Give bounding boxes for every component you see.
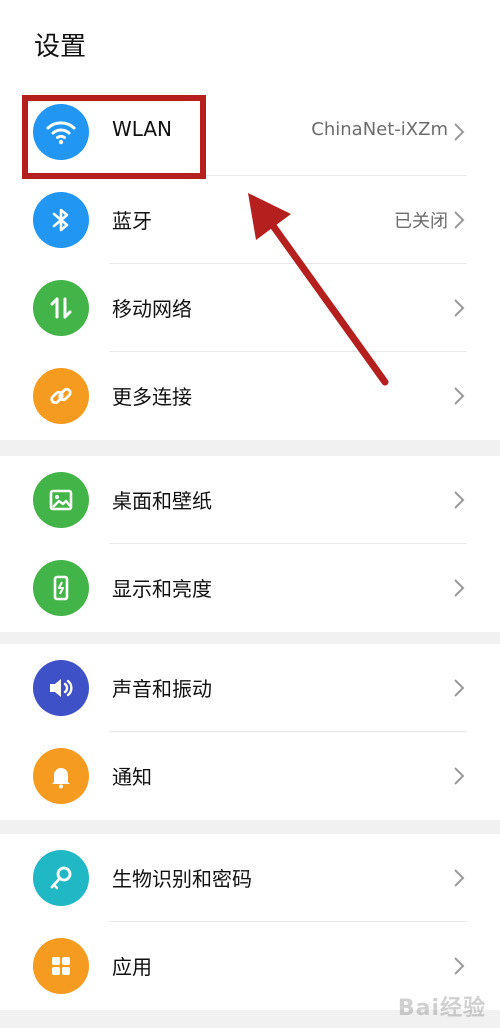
settings-item-value: ChinaNet-iXZm — [311, 119, 448, 140]
settings-item-label: 移动网络 — [112, 297, 192, 321]
watermark: Bai经验 — [397, 996, 486, 1021]
settings-item-value: 已关闭 — [394, 211, 448, 232]
key-icon — [33, 850, 89, 906]
chevron-right-icon — [454, 211, 465, 229]
header: 设置 — [0, 0, 500, 88]
settings-item-label: 通知 — [112, 765, 152, 789]
chevron-right-icon — [454, 869, 465, 887]
mobile-network-icon — [33, 280, 89, 336]
wallpaper-icon — [33, 472, 89, 528]
settings-group-display: 桌面和壁纸 显示和亮度 — [0, 456, 500, 632]
settings-item-mobile-network[interactable]: 移动网络 — [0, 264, 500, 352]
settings-item-biometrics[interactable]: 生物识别和密码 — [0, 834, 500, 922]
display-icon — [33, 560, 89, 616]
settings-item-display[interactable]: 显示和亮度 — [0, 544, 500, 632]
settings-item-label: 桌面和壁纸 — [112, 489, 212, 513]
settings-group-security: 生物识别和密码 应用 — [0, 834, 500, 1010]
settings-item-wallpaper[interactable]: 桌面和壁纸 — [0, 456, 500, 544]
settings-item-wlan[interactable]: WLAN ChinaNet-iXZm — [0, 88, 500, 176]
settings-item-notifications[interactable]: 通知 — [0, 732, 500, 820]
bluetooth-icon — [33, 192, 89, 248]
chevron-right-icon — [454, 579, 465, 597]
wifi-icon — [33, 104, 89, 160]
bell-icon — [33, 748, 89, 804]
chevron-right-icon — [454, 299, 465, 317]
page-title: 设置 — [34, 32, 87, 62]
settings-item-label: 应用 — [112, 955, 152, 979]
chevron-right-icon — [454, 679, 465, 697]
sound-icon — [33, 660, 89, 716]
settings-item-label: WLAN — [112, 117, 173, 141]
chevron-right-icon — [454, 957, 465, 975]
settings-item-label: 生物识别和密码 — [112, 867, 252, 891]
settings-group-connections: WLAN ChinaNet-iXZm 蓝牙 已关闭 移动网络 更多连接 — [0, 88, 500, 440]
settings-item-label: 声音和振动 — [112, 677, 212, 701]
apps-icon — [33, 938, 89, 994]
chevron-right-icon — [454, 123, 465, 141]
settings-item-more-connections[interactable]: 更多连接 — [0, 352, 500, 440]
settings-page: 设置 WLAN ChinaNet-iXZm 蓝牙 已关闭 移动网络 更多连接 桌… — [0, 0, 500, 1028]
chevron-right-icon — [454, 767, 465, 785]
chevron-right-icon — [454, 387, 465, 405]
settings-item-label: 蓝牙 — [112, 209, 152, 233]
link-icon — [33, 368, 89, 424]
settings-item-label: 显示和亮度 — [112, 577, 212, 601]
settings-item-bluetooth[interactable]: 蓝牙 已关闭 — [0, 176, 500, 264]
settings-item-sound[interactable]: 声音和振动 — [0, 644, 500, 732]
chevron-right-icon — [454, 491, 465, 509]
settings-group-sound: 声音和振动 通知 — [0, 644, 500, 820]
settings-item-label: 更多连接 — [112, 385, 192, 409]
